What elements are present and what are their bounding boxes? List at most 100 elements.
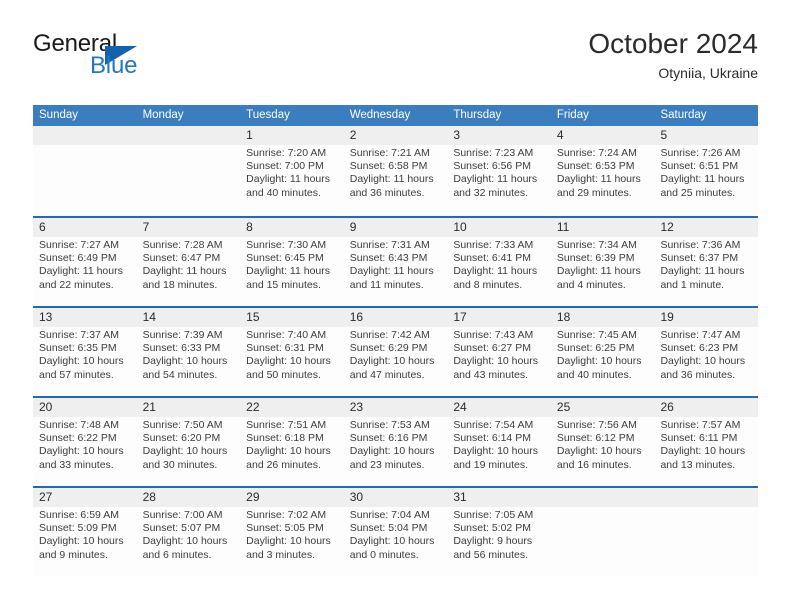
sunrise-text: Sunrise: 7:30 AM: [246, 239, 327, 251]
day-number: 18: [556, 310, 571, 324]
sunset-text: Sunset: 5:05 PM: [246, 522, 324, 535]
day-cell-3[interactable]: 3 Sunrise: 7:23 AM Sunset: 6:56 PM Daylight…: [447, 126, 551, 216]
sunset-text: Sunset: 6:14 PM: [453, 432, 531, 445]
daylight-text: Daylight: 10 hours and 50 minutes.: [246, 355, 331, 381]
calendar-week-row: 1 Sunrise: 7:20 AM Sunset: 7:00 PM Daylight…: [33, 126, 758, 216]
sunrise-text: Sunrise: 7:05 AM: [453, 509, 534, 521]
calendar-week-row: 13 Sunrise: 7:37 AM Sunset: 6:35 PM Dayligh…: [33, 306, 758, 396]
sunset-text: Sunset: 6:25 PM: [556, 342, 635, 355]
daylight-text: Daylight: 11 hours and 40 minutes.: [246, 173, 331, 199]
sunset-text: Sunset: 6:41 PM: [453, 252, 531, 265]
day-cell-6[interactable]: 6 Sunrise: 7:27 AM Sunset: 6:49 PM Daylight…: [33, 218, 137, 306]
page-title: October 2024: [588, 28, 758, 59]
day-sun-info: Sunrise: 7:04 AM Sunset: 5:04 PM Daylight:…: [350, 509, 442, 562]
day-cell-30[interactable]: 30 Sunrise: 7:04 AM Sunset: 5:04 PM Dayligh…: [344, 488, 448, 576]
day-number: 12: [660, 220, 674, 234]
daylight-text: Daylight: 10 hours and 40 minutes.: [556, 355, 642, 381]
day-cell-10[interactable]: 10 Sunrise: 7:33 AM Sunset: 6:41 PM Dayligh…: [447, 218, 551, 306]
daylight-text: Daylight: 11 hours and 25 minutes.: [660, 173, 745, 199]
day-sun-info: Sunrise: 7:36 AM Sunset: 6:37 PM Daylight:…: [660, 239, 752, 292]
sunset-text: Sunset: 6:33 PM: [142, 342, 221, 355]
sunrise-text: Sunrise: 7:28 AM: [142, 239, 223, 251]
sunrise-text: Sunrise: 7:26 AM: [660, 147, 741, 159]
sunset-text: Sunset: 6:27 PM: [453, 342, 531, 355]
daylight-text: Daylight: 11 hours and 29 minutes.: [556, 173, 641, 199]
day-cell-12[interactable]: 12 Sunrise: 7:36 AM Sunset: 6:37 PM Dayligh…: [654, 218, 758, 306]
day-cell-1[interactable]: 1 Sunrise: 7:20 AM Sunset: 7:00 PM Daylight…: [240, 126, 344, 216]
day-cell-19[interactable]: 19 Sunrise: 7:47 AM Sunset: 6:23 PM Dayligh…: [654, 308, 758, 396]
sunset-text: Sunset: 5:09 PM: [39, 522, 117, 535]
day-sun-info: Sunrise: 7:48 AM Sunset: 6:22 PM Daylight:…: [39, 419, 131, 472]
day-cell-empty: [654, 488, 758, 576]
day-sun-info: Sunrise: 7:39 AM Sunset: 6:33 PM Daylight:…: [143, 329, 235, 382]
day-number: 20: [39, 400, 53, 414]
day-cell-7[interactable]: 7 Sunrise: 7:28 AM Sunset: 6:47 PM Daylight…: [137, 218, 241, 306]
sunset-text: Sunset: 6:29 PM: [349, 342, 428, 355]
sunrise-text: Sunrise: 7:33 AM: [453, 239, 534, 251]
weekday-header-tuesday: Tuesday: [246, 109, 290, 121]
day-cell-25[interactable]: 25 Sunrise: 7:56 AM Sunset: 6:12 PM Dayligh…: [551, 398, 655, 486]
day-cell-5[interactable]: 5 Sunrise: 7:26 AM Sunset: 6:51 PM Daylight…: [654, 126, 758, 216]
day-sun-info: Sunrise: 7:31 AM Sunset: 6:43 PM Daylight:…: [350, 239, 442, 292]
sunrise-text: Sunrise: 7:45 AM: [556, 329, 637, 341]
day-number: 7: [142, 220, 150, 234]
daylight-text: Daylight: 10 hours and 19 minutes.: [453, 445, 538, 471]
day-cell-empty: [551, 488, 655, 576]
sunset-text: Sunset: 6:23 PM: [660, 342, 739, 355]
day-cell-4[interactable]: 4 Sunrise: 7:24 AM Sunset: 6:53 PM Daylight…: [551, 126, 655, 216]
location-subtitle: Otyniia, Ukraine: [658, 65, 758, 82]
day-cell-9[interactable]: 9 Sunrise: 7:31 AM Sunset: 6:43 PM Daylight…: [344, 218, 448, 306]
day-sun-info: Sunrise: 7:56 AM Sunset: 6:12 PM Daylight:…: [557, 419, 649, 472]
sunrise-text: Sunrise: 7:23 AM: [453, 147, 534, 159]
sunrise-text: Sunrise: 7:21 AM: [349, 147, 430, 159]
daylight-text: Daylight: 10 hours and 6 minutes.: [142, 535, 228, 561]
sunrise-text: Sunrise: 7:54 AM: [453, 419, 534, 431]
day-sun-info: Sunrise: 7:34 AM Sunset: 6:39 PM Daylight:…: [557, 239, 649, 292]
day-cell-22[interactable]: 22 Sunrise: 7:51 AM Sunset: 6:18 PM Dayligh…: [240, 398, 344, 486]
daylight-text: Daylight: 9 hours and 56 minutes.: [453, 535, 533, 561]
day-cell-20[interactable]: 20 Sunrise: 7:48 AM Sunset: 6:22 PM Dayligh…: [33, 398, 137, 486]
sunset-text: Sunset: 6:51 PM: [660, 160, 739, 173]
sunset-text: Sunset: 6:31 PM: [246, 342, 324, 355]
daylight-text: Daylight: 10 hours and 26 minutes.: [246, 445, 331, 471]
day-cell-24[interactable]: 24 Sunrise: 7:54 AM Sunset: 6:14 PM Dayligh…: [447, 398, 551, 486]
day-cell-31[interactable]: 31 Sunrise: 7:05 AM Sunset: 5:02 PM Dayligh…: [447, 488, 551, 576]
calendar-weeks: 1 Sunrise: 7:20 AM Sunset: 7:00 PM Daylight…: [33, 126, 758, 576]
day-cell-8[interactable]: 8 Sunrise: 7:30 AM Sunset: 6:45 PM Daylight…: [240, 218, 344, 306]
day-cell-14[interactable]: 14 Sunrise: 7:39 AM Sunset: 6:33 PM Dayligh…: [137, 308, 241, 396]
day-number: 17: [453, 310, 467, 324]
sunrise-text: Sunrise: 7:57 AM: [660, 419, 741, 431]
day-cell-15[interactable]: 15 Sunrise: 7:40 AM Sunset: 6:31 PM Dayligh…: [240, 308, 344, 396]
calendar-grid: Sunday Monday Tuesday Wednesday Thursday Frid…: [33, 105, 758, 576]
day-sun-info: Sunrise: 7:51 AM Sunset: 6:18 PM Daylight:…: [246, 419, 338, 472]
daylight-text: Daylight: 10 hours and 57 minutes.: [39, 355, 124, 381]
day-number: 31: [453, 490, 467, 504]
day-cell-17[interactable]: 17 Sunrise: 7:43 AM Sunset: 6:27 PM Dayligh…: [447, 308, 551, 396]
day-sun-info: Sunrise: 7:53 AM Sunset: 6:16 PM Daylight:…: [350, 419, 442, 472]
day-cell-28[interactable]: 28 Sunrise: 7:00 AM Sunset: 5:07 PM Dayligh…: [137, 488, 241, 576]
day-cell-29[interactable]: 29 Sunrise: 7:02 AM Sunset: 5:05 PM Dayligh…: [240, 488, 344, 576]
day-sun-info: Sunrise: 7:20 AM Sunset: 7:00 PM Daylight:…: [246, 147, 338, 200]
day-cell-18[interactable]: 18 Sunrise: 7:45 AM Sunset: 6:25 PM Dayligh…: [551, 308, 655, 396]
day-sun-info: Sunrise: 7:40 AM Sunset: 6:31 PM Daylight:…: [246, 329, 338, 382]
day-cell-16[interactable]: 16 Sunrise: 7:42 AM Sunset: 6:29 PM Dayligh…: [344, 308, 448, 396]
day-cell-empty: [33, 126, 137, 216]
day-sun-info: Sunrise: 7:21 AM Sunset: 6:58 PM Daylight:…: [350, 147, 442, 200]
sunrise-text: Sunrise: 7:31 AM: [349, 239, 430, 251]
day-cell-2[interactable]: 2 Sunrise: 7:21 AM Sunset: 6:58 PM Daylight…: [344, 126, 448, 216]
day-cell-23[interactable]: 23 Sunrise: 7:53 AM Sunset: 6:16 PM Dayligh…: [344, 398, 448, 486]
day-cell-13[interactable]: 13 Sunrise: 7:37 AM Sunset: 6:35 PM Dayligh…: [33, 308, 137, 396]
day-sun-info: Sunrise: 7:54 AM Sunset: 6:14 PM Daylight:…: [453, 419, 545, 472]
sunrise-text: Sunrise: 7:20 AM: [246, 147, 327, 159]
day-cell-27[interactable]: 27 Sunrise: 6:59 AM Sunset: 5:09 PM Dayligh…: [33, 488, 137, 576]
day-sun-info: Sunrise: 6:59 AM Sunset: 5:09 PM Daylight:…: [39, 509, 131, 562]
day-sun-info: Sunrise: 7:28 AM Sunset: 6:47 PM Daylight:…: [143, 239, 235, 292]
brand-logo[interactable]: General Blue: [33, 32, 233, 92]
sunset-text: Sunset: 7:00 PM: [246, 160, 324, 173]
sunset-text: Sunset: 6:39 PM: [556, 252, 635, 265]
day-cell-26[interactable]: 26 Sunrise: 7:57 AM Sunset: 6:11 PM Dayligh…: [654, 398, 758, 486]
day-cell-11[interactable]: 11 Sunrise: 7:34 AM Sunset: 6:39 PM Dayligh…: [551, 218, 655, 306]
sunset-text: Sunset: 6:20 PM: [142, 432, 221, 445]
daylight-text: Daylight: 10 hours and 47 minutes.: [349, 355, 435, 381]
day-cell-21[interactable]: 21 Sunrise: 7:50 AM Sunset: 6:20 PM Dayligh…: [137, 398, 241, 486]
